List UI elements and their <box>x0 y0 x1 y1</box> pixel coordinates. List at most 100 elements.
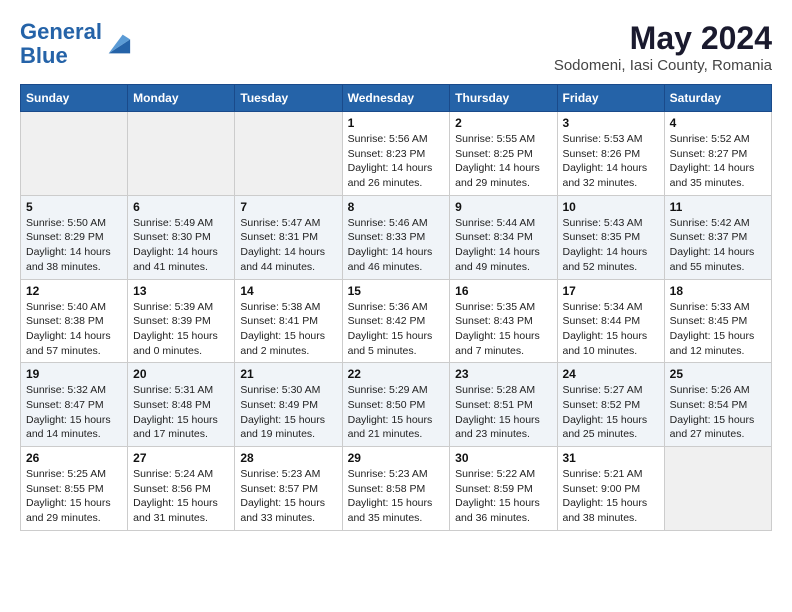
day-info: Sunrise: 5:34 AM Sunset: 8:44 PM Dayligh… <box>563 300 659 359</box>
calendar-cell: 25Sunrise: 5:26 AM Sunset: 8:54 PM Dayli… <box>664 363 771 447</box>
calendar-cell: 19Sunrise: 5:32 AM Sunset: 8:47 PM Dayli… <box>21 363 128 447</box>
day-info: Sunrise: 5:42 AM Sunset: 8:37 PM Dayligh… <box>670 216 766 275</box>
day-number: 18 <box>670 284 766 298</box>
day-info: Sunrise: 5:23 AM Sunset: 8:58 PM Dayligh… <box>348 467 445 526</box>
calendar-cell <box>235 112 342 196</box>
day-number: 27 <box>133 451 229 465</box>
day-info: Sunrise: 5:36 AM Sunset: 8:42 PM Dayligh… <box>348 300 445 359</box>
calendar-cell: 11 Sunrise: 5:42 AM Sunset: 8:37 PM Dayli… <box>664 195 771 279</box>
logo-icon <box>104 30 132 58</box>
calendar-header-row: SundayMondayTuesdayWednesdayThursdayFrid… <box>21 85 772 112</box>
day-info: Sunrise: 5:53 AM Sunset: 8:26 PM Dayligh… <box>563 132 659 191</box>
calendar-cell: 5Sunrise: 5:50 AM Sunset: 8:29 PM Daylig… <box>21 195 128 279</box>
day-number: 31 <box>563 451 659 465</box>
day-number: 3 <box>563 116 659 130</box>
calendar-cell: 15 Sunrise: 5:36 AM Sunset: 8:42 PM Dayli… <box>342 279 450 363</box>
day-info: Sunrise: 5:30 AM Sunset: 8:49 PM Dayligh… <box>240 383 336 442</box>
day-number: 1 <box>348 116 445 130</box>
day-info: Sunrise: 5:35 AM Sunset: 8:43 PM Dayligh… <box>455 300 551 359</box>
day-number: 28 <box>240 451 336 465</box>
day-header-saturday: Saturday <box>664 85 771 112</box>
page-header: General Blue May 2024 Sodomeni, Iasi Cou… <box>20 20 772 74</box>
calendar-week-row: 26 Sunrise: 5:25 AM Sunset: 8:55 PM Dayli… <box>21 447 772 531</box>
day-number: 12 <box>26 284 122 298</box>
day-header-sunday: Sunday <box>21 85 128 112</box>
calendar-cell: 28 Sunrise: 5:23 AM Sunset: 8:57 PM Dayli… <box>235 447 342 531</box>
day-number: 30 <box>455 451 551 465</box>
day-number: 15 <box>348 284 445 298</box>
calendar-cell: 6Sunrise: 5:49 AM Sunset: 8:30 PM Daylig… <box>128 195 235 279</box>
calendar-cell: 20Sunrise: 5:31 AM Sunset: 8:48 PM Dayli… <box>128 363 235 447</box>
day-number: 17 <box>563 284 659 298</box>
title-block: May 2024 Sodomeni, Iasi County, Romania <box>554 20 772 74</box>
calendar-cell: 29 Sunrise: 5:23 AM Sunset: 8:58 PM Dayli… <box>342 447 450 531</box>
day-number: 25 <box>670 367 766 381</box>
day-info: Sunrise: 5:44 AM Sunset: 8:34 PM Dayligh… <box>455 216 551 275</box>
day-number: 6 <box>133 200 229 214</box>
day-info: Sunrise: 5:52 AM Sunset: 8:27 PM Dayligh… <box>670 132 766 191</box>
day-info: Sunrise: 5:40 AM Sunset: 8:38 PM Dayligh… <box>26 300 122 359</box>
day-info: Sunrise: 5:29 AM Sunset: 8:50 PM Dayligh… <box>348 383 445 442</box>
day-number: 4 <box>670 116 766 130</box>
calendar-cell: 30Sunrise: 5:22 AM Sunset: 8:59 PM Dayli… <box>450 447 557 531</box>
calendar-cell: 9 Sunrise: 5:44 AM Sunset: 8:34 PM Daylig… <box>450 195 557 279</box>
calendar-cell: 1 Sunrise: 5:56 AM Sunset: 8:23 PM Daylig… <box>342 112 450 196</box>
day-info: Sunrise: 5:47 AM Sunset: 8:31 PM Dayligh… <box>240 216 336 275</box>
subtitle: Sodomeni, Iasi County, Romania <box>554 57 772 74</box>
day-info: Sunrise: 5:33 AM Sunset: 8:45 PM Dayligh… <box>670 300 766 359</box>
calendar-week-row: 19Sunrise: 5:32 AM Sunset: 8:47 PM Dayli… <box>21 363 772 447</box>
day-number: 7 <box>240 200 336 214</box>
calendar-cell: 18 Sunrise: 5:33 AM Sunset: 8:45 PM Dayli… <box>664 279 771 363</box>
day-info: Sunrise: 5:21 AM Sunset: 9:00 PM Dayligh… <box>563 467 659 526</box>
day-number: 23 <box>455 367 551 381</box>
day-info: Sunrise: 5:56 AM Sunset: 8:23 PM Dayligh… <box>348 132 445 191</box>
day-number: 26 <box>26 451 122 465</box>
logo: General Blue <box>20 20 132 68</box>
day-number: 29 <box>348 451 445 465</box>
day-info: Sunrise: 5:39 AM Sunset: 8:39 PM Dayligh… <box>133 300 229 359</box>
day-header-monday: Monday <box>128 85 235 112</box>
day-info: Sunrise: 5:38 AM Sunset: 8:41 PM Dayligh… <box>240 300 336 359</box>
day-info: Sunrise: 5:23 AM Sunset: 8:57 PM Dayligh… <box>240 467 336 526</box>
day-info: Sunrise: 5:50 AM Sunset: 8:29 PM Dayligh… <box>26 216 122 275</box>
day-info: Sunrise: 5:25 AM Sunset: 8:55 PM Dayligh… <box>26 467 122 526</box>
calendar-week-row: 1 Sunrise: 5:56 AM Sunset: 8:23 PM Daylig… <box>21 112 772 196</box>
day-number: 13 <box>133 284 229 298</box>
calendar-cell: 4 Sunrise: 5:52 AM Sunset: 8:27 PM Daylig… <box>664 112 771 196</box>
calendar-table: SundayMondayTuesdayWednesdayThursdayFrid… <box>20 84 772 531</box>
day-info: Sunrise: 5:43 AM Sunset: 8:35 PM Dayligh… <box>563 216 659 275</box>
day-info: Sunrise: 5:46 AM Sunset: 8:33 PM Dayligh… <box>348 216 445 275</box>
day-info: Sunrise: 5:27 AM Sunset: 8:52 PM Dayligh… <box>563 383 659 442</box>
day-number: 11 <box>670 200 766 214</box>
day-number: 22 <box>348 367 445 381</box>
calendar-cell: 10 Sunrise: 5:43 AM Sunset: 8:35 PM Dayli… <box>557 195 664 279</box>
day-header-thursday: Thursday <box>450 85 557 112</box>
calendar-cell: 3 Sunrise: 5:53 AM Sunset: 8:26 PM Daylig… <box>557 112 664 196</box>
day-header-wednesday: Wednesday <box>342 85 450 112</box>
calendar-cell: 2Sunrise: 5:55 AM Sunset: 8:25 PM Daylig… <box>450 112 557 196</box>
day-number: 20 <box>133 367 229 381</box>
day-number: 14 <box>240 284 336 298</box>
calendar-week-row: 12 Sunrise: 5:40 AM Sunset: 8:38 PM Dayli… <box>21 279 772 363</box>
day-header-friday: Friday <box>557 85 664 112</box>
day-number: 10 <box>563 200 659 214</box>
calendar-cell: 24 Sunrise: 5:27 AM Sunset: 8:52 PM Dayli… <box>557 363 664 447</box>
day-number: 2 <box>455 116 551 130</box>
calendar-cell: 13 Sunrise: 5:39 AM Sunset: 8:39 PM Dayli… <box>128 279 235 363</box>
calendar-cell: 31 Sunrise: 5:21 AM Sunset: 9:00 PM Dayli… <box>557 447 664 531</box>
calendar-cell: 22 Sunrise: 5:29 AM Sunset: 8:50 PM Dayli… <box>342 363 450 447</box>
calendar-cell: 8 Sunrise: 5:46 AM Sunset: 8:33 PM Daylig… <box>342 195 450 279</box>
calendar-cell: 26 Sunrise: 5:25 AM Sunset: 8:55 PM Dayli… <box>21 447 128 531</box>
main-title: May 2024 <box>554 20 772 57</box>
day-number: 19 <box>26 367 122 381</box>
day-number: 21 <box>240 367 336 381</box>
calendar-cell: 16Sunrise: 5:35 AM Sunset: 8:43 PM Dayli… <box>450 279 557 363</box>
logo-text: General Blue <box>20 20 102 68</box>
day-number: 8 <box>348 200 445 214</box>
day-info: Sunrise: 5:28 AM Sunset: 8:51 PM Dayligh… <box>455 383 551 442</box>
calendar-cell: 12 Sunrise: 5:40 AM Sunset: 8:38 PM Dayli… <box>21 279 128 363</box>
calendar-cell <box>664 447 771 531</box>
calendar-cell: 7 Sunrise: 5:47 AM Sunset: 8:31 PM Daylig… <box>235 195 342 279</box>
day-number: 9 <box>455 200 551 214</box>
day-number: 24 <box>563 367 659 381</box>
